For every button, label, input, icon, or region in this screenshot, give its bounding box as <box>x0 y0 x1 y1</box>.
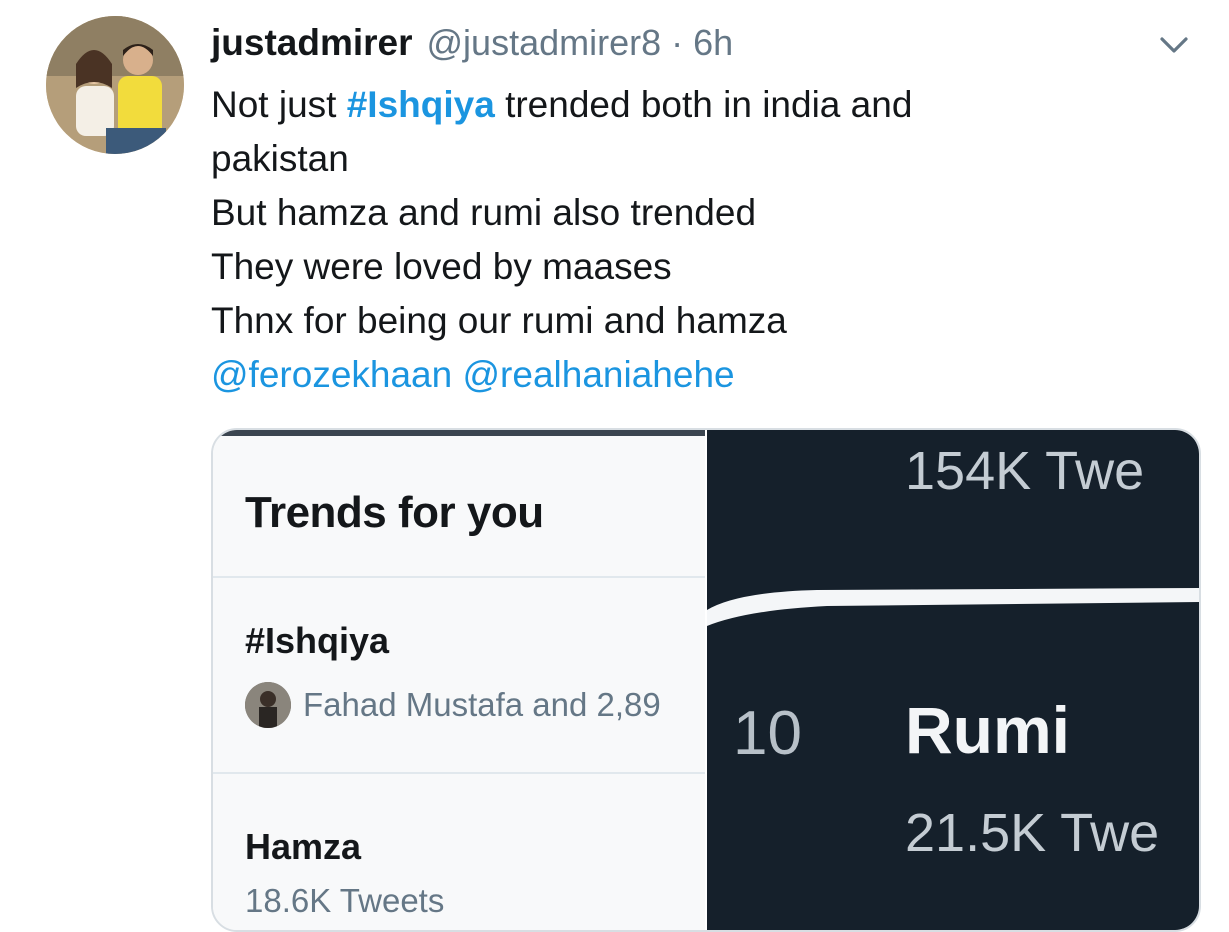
panel-top-border <box>213 430 705 436</box>
tweet-line-4: They were loved by maases <box>211 246 672 287</box>
tweet-body: Not just #Ishqiya trended both in india … <box>211 78 1171 402</box>
trend-name: #Ishqiya <box>245 620 390 661</box>
trend-meta-text: 18.6K Tweets <box>245 882 445 919</box>
dark-trends-screenshot: 154K Twe 10 Rumi 21.5K Twe <box>707 430 1199 930</box>
tweet-timestamp[interactable]: 6h <box>693 22 733 64</box>
divider <box>213 576 705 578</box>
tweet-line-mentions: @ferozekhaan @realhaniahehe <box>211 348 1171 402</box>
hashtag-link[interactable]: #Ishqiya <box>347 84 495 125</box>
trend-name: Rumi <box>905 693 1070 767</box>
trends-screenshot: Trends for you #Ishqiya Fahad Mustafa an… <box>213 430 705 930</box>
author-avatar[interactable] <box>46 16 184 154</box>
trends-title: Trends for you <box>245 488 544 537</box>
trend-rank: 10 <box>733 699 802 768</box>
author-handle[interactable]: @justadmirer8 <box>427 22 662 64</box>
tweet-line-1: Not just #Ishqiya trended both in india … <box>211 78 1171 132</box>
chevron-down-icon[interactable] <box>1156 30 1192 60</box>
trend-meta-text: Fahad Mustafa and 2,89 <box>303 686 661 723</box>
avatar <box>245 682 291 728</box>
tweet-text-segment: Not just <box>211 84 347 125</box>
tweet-media-image[interactable]: Trends for you #Ishqiya Fahad Mustafa an… <box>211 428 1201 932</box>
tweet-line-2: pakistan <box>211 138 349 179</box>
author-name[interactable]: justadmirer <box>211 22 413 64</box>
tweet-text-segment: trended both in india and <box>494 84 913 125</box>
mention-link[interactable]: @ferozekhaan <box>211 354 452 395</box>
trend-meta: Fahad Mustafa and 2,89 <box>245 682 661 728</box>
divider <box>213 772 705 774</box>
tweet-header: justadmirer @justadmirer8 · 6h <box>211 22 733 66</box>
trend-name: Hamza <box>245 826 362 867</box>
trend-meta: 18.6K Tweets <box>245 882 444 920</box>
mention-link[interactable]: @realhaniahehe <box>463 354 735 395</box>
tweet-line-5: Thnx for being our rumi and hamza <box>211 300 787 341</box>
separator-dot: · <box>671 22 684 63</box>
tweet-line-3: But hamza and rumi also trended <box>211 192 757 233</box>
tweet-count: 21.5K Twe <box>905 803 1160 863</box>
